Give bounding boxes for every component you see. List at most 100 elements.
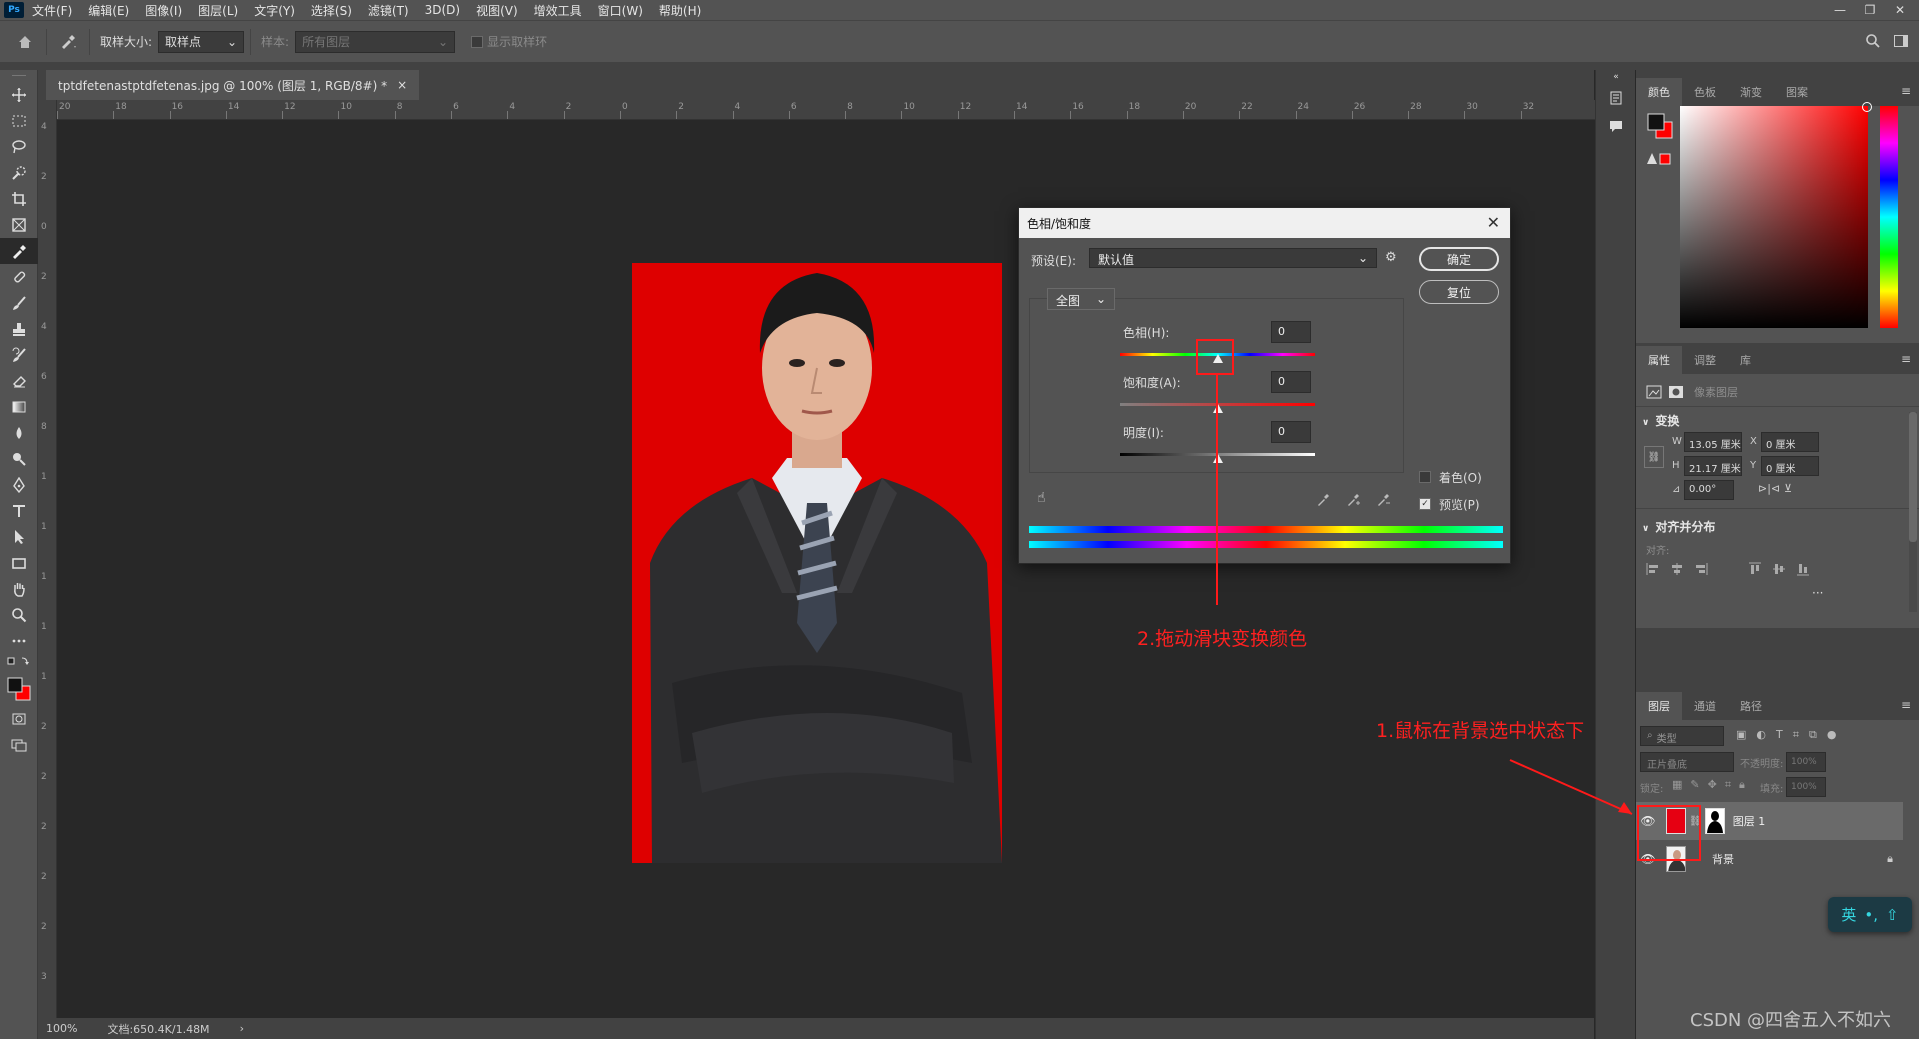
- menu-image[interactable]: 图像(I): [137, 2, 190, 19]
- menu-select[interactable]: 选择(S): [303, 2, 360, 19]
- blend-mode-select[interactable]: 正片叠底: [1640, 752, 1734, 772]
- channel-select[interactable]: 全图 ⌄: [1047, 288, 1115, 310]
- path-select-tool-icon[interactable]: [0, 524, 38, 550]
- ok-button[interactable]: 确定: [1419, 247, 1499, 271]
- history-brush-tool-icon[interactable]: [0, 342, 38, 368]
- eyedropper-preset-icon[interactable]: [53, 27, 83, 57]
- crop-tool-icon[interactable]: [0, 186, 38, 212]
- eyedropper-plus-icon[interactable]: [1347, 492, 1361, 509]
- opacity-input[interactable]: 100%: [1786, 752, 1826, 772]
- lasso-tool-icon[interactable]: [0, 134, 38, 160]
- tab-patterns[interactable]: 图案: [1774, 78, 1820, 106]
- tab-adjustments[interactable]: 调整: [1682, 346, 1728, 374]
- fill-input[interactable]: 100%: [1786, 777, 1826, 797]
- eyedropper-tool-icon[interactable]: [0, 238, 38, 264]
- marquee-tool-icon[interactable]: [0, 108, 38, 134]
- filter-pixel-icon[interactable]: ▣: [1736, 728, 1746, 742]
- collapse-icon[interactable]: «: [1596, 70, 1636, 84]
- ime-indicator[interactable]: 英 •, ⇧: [1828, 897, 1912, 932]
- hue-input[interactable]: 0: [1271, 321, 1311, 343]
- clone-stamp-tool-icon[interactable]: [0, 316, 38, 342]
- lock-all-icon[interactable]: 🔒︎: [1739, 778, 1745, 792]
- menu-3d[interactable]: 3D(D): [417, 3, 468, 17]
- hand-tool-icon[interactable]: [0, 576, 38, 602]
- preset-select[interactable]: 默认值 ⌄: [1089, 248, 1377, 268]
- y-input[interactable]: 0 厘米: [1761, 456, 1819, 476]
- eyedropper-minus-icon[interactable]: [1377, 492, 1391, 509]
- tab-properties[interactable]: 属性: [1636, 346, 1682, 374]
- menu-type[interactable]: 文字(Y): [246, 2, 303, 19]
- close-tab-icon[interactable]: ×: [397, 78, 407, 92]
- comments-panel-icon[interactable]: [1596, 112, 1636, 140]
- search-icon[interactable]: [1865, 33, 1881, 52]
- workspace-icon[interactable]: [1893, 33, 1909, 52]
- transform-section-title[interactable]: ∨ 变换: [1642, 412, 1679, 429]
- align-vcenter-icon[interactable]: [1772, 562, 1786, 576]
- menu-file[interactable]: 文件(F): [24, 2, 80, 19]
- lock-transparency-icon[interactable]: ▦: [1672, 778, 1682, 792]
- frame-tool-icon[interactable]: [0, 212, 38, 238]
- eyedropper-icon[interactable]: [1317, 492, 1331, 509]
- reset-button[interactable]: 复位: [1419, 280, 1499, 304]
- layer-name[interactable]: 背景: [1712, 851, 1734, 867]
- height-input[interactable]: 21.17 厘米: [1684, 456, 1742, 476]
- zoom-tool-icon[interactable]: [0, 602, 38, 628]
- swap-colors-icon[interactable]: [0, 654, 38, 672]
- scrollbar-thumb[interactable]: [1909, 412, 1917, 542]
- minimize-button[interactable]: —: [1825, 0, 1855, 20]
- tab-libraries[interactable]: 库: [1728, 346, 1763, 374]
- align-section-title[interactable]: ∨ 对齐并分布: [1642, 518, 1715, 535]
- quick-select-tool-icon[interactable]: [0, 160, 38, 186]
- lock-position-icon[interactable]: ✥: [1708, 778, 1717, 792]
- color-swatches[interactable]: [0, 672, 38, 706]
- type-tool-icon[interactable]: [0, 498, 38, 524]
- saturation-input[interactable]: 0: [1271, 371, 1311, 393]
- align-left-icon[interactable]: [1646, 562, 1660, 576]
- show-sampling-ring-checkbox[interactable]: [471, 35, 484, 48]
- tab-swatches[interactable]: 色板: [1682, 78, 1728, 106]
- close-icon[interactable]: ✕: [1487, 213, 1500, 232]
- blur-tool-icon[interactable]: [0, 420, 38, 446]
- x-input[interactable]: 0 厘米: [1761, 432, 1819, 452]
- zoom-level[interactable]: 100%: [46, 1022, 77, 1035]
- filter-shape-icon[interactable]: ⌗: [1793, 728, 1799, 742]
- pen-tool-icon[interactable]: [0, 472, 38, 498]
- color-field[interactable]: [1680, 102, 1872, 328]
- more-tools-icon[interactable]: [0, 628, 38, 654]
- angle-input[interactable]: 0.00°: [1684, 480, 1734, 500]
- menu-view[interactable]: 视图(V): [468, 2, 526, 19]
- sample-select[interactable]: 所有图层 ⌄: [295, 30, 456, 53]
- status-arrow-icon[interactable]: ›: [240, 1022, 244, 1035]
- tab-color[interactable]: 颜色: [1636, 78, 1682, 106]
- flip-vertical-icon[interactable]: ⊻: [1784, 482, 1792, 495]
- colorize-checkbox[interactable]: [1419, 471, 1431, 483]
- history-panel-icon[interactable]: [1596, 84, 1636, 112]
- align-bottom-icon[interactable]: [1796, 562, 1810, 576]
- link-dimensions-icon[interactable]: ⛓: [1644, 446, 1664, 468]
- dodge-tool-icon[interactable]: [0, 446, 38, 472]
- more-options-icon[interactable]: ···: [1812, 586, 1823, 600]
- restore-button[interactable]: ❐: [1855, 0, 1885, 20]
- menu-edit[interactable]: 编辑(E): [80, 2, 137, 19]
- menu-filter[interactable]: 滤镜(T): [360, 2, 417, 19]
- panel-menu-icon[interactable]: ≡: [1901, 352, 1911, 366]
- layer-filter-select[interactable]: ⌕ 类型: [1640, 726, 1724, 746]
- tab-layers[interactable]: 图层: [1636, 692, 1682, 720]
- healing-brush-tool-icon[interactable]: [0, 264, 38, 290]
- menu-window[interactable]: 窗口(W): [590, 2, 651, 19]
- width-input[interactable]: 13.05 厘米: [1684, 432, 1742, 452]
- eraser-tool-icon[interactable]: [0, 368, 38, 394]
- lock-artboard-icon[interactable]: ⌗: [1725, 778, 1731, 792]
- panel-menu-icon[interactable]: ≡: [1901, 84, 1911, 98]
- layer-name[interactable]: 图层 1: [1733, 813, 1766, 829]
- move-tool-icon[interactable]: [0, 82, 38, 108]
- fg-bg-color-icon[interactable]: [1646, 112, 1676, 142]
- filter-toggle-icon[interactable]: ●: [1827, 728, 1837, 742]
- tab-gradients[interactable]: 渐变: [1728, 78, 1774, 106]
- brush-tool-icon[interactable]: [0, 290, 38, 316]
- align-right-icon[interactable]: [1694, 562, 1708, 576]
- menu-layer[interactable]: 图层(L): [190, 2, 246, 19]
- dialog-titlebar[interactable]: 色相/饱和度 ✕: [1019, 208, 1510, 238]
- rectangle-tool-icon[interactable]: [0, 550, 38, 576]
- tab-paths[interactable]: 路径: [1728, 692, 1774, 720]
